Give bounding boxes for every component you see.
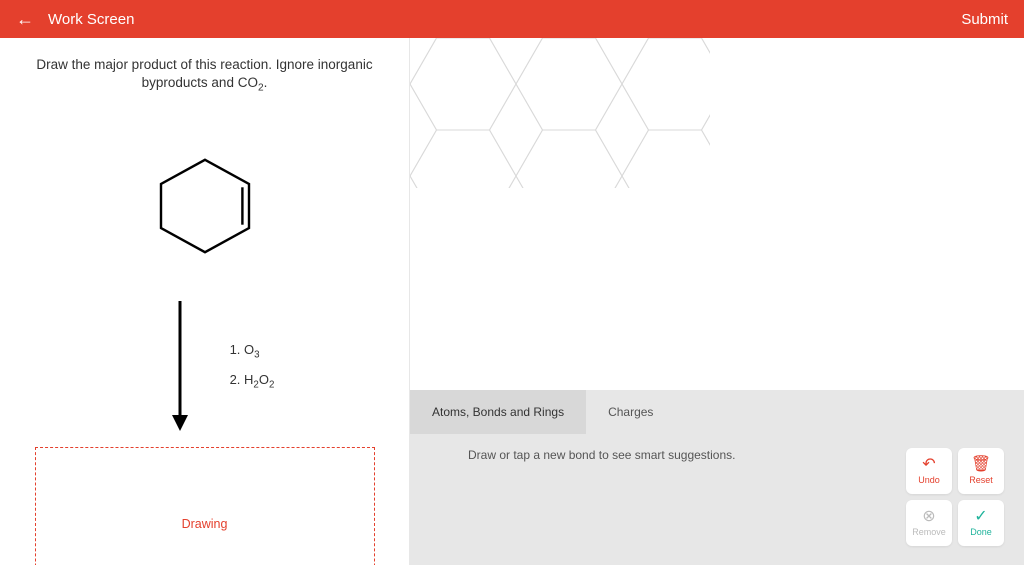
remove-button[interactable]: ⊗ Remove bbox=[906, 500, 952, 546]
undo-icon: ↶ bbox=[922, 457, 935, 473]
question-prompt: Draw the major product of this reaction.… bbox=[36, 56, 372, 96]
drawing-box-label: Drawing bbox=[182, 517, 228, 531]
submit-button[interactable]: Submit bbox=[961, 11, 1008, 28]
reactant-structure bbox=[150, 151, 260, 261]
reaction-arrow-icon bbox=[170, 301, 190, 431]
reset-button[interactable]: 🗑 Reset bbox=[958, 448, 1004, 494]
screen-title: Work Screen bbox=[48, 11, 134, 28]
check-icon: ✓ bbox=[974, 509, 987, 525]
drawing-canvas[interactable] bbox=[410, 38, 1024, 390]
reagent-list: 1. O3 2. H2O2 bbox=[230, 336, 275, 396]
app-header: ← Work Screen Submit bbox=[0, 0, 1024, 38]
hex-grid-background bbox=[410, 38, 710, 188]
tab-atoms-bonds-rings[interactable]: Atoms, Bonds and Rings bbox=[410, 390, 586, 434]
trash-icon: 🗑 bbox=[971, 457, 991, 473]
canvas-hint-text: Draw or tap a new bond to see smart sugg… bbox=[468, 448, 735, 462]
back-arrow-icon[interactable]: ← bbox=[16, 10, 34, 28]
undo-button[interactable]: ↶ Undo bbox=[906, 448, 952, 494]
done-button[interactable]: ✓ Done bbox=[958, 500, 1004, 546]
remove-icon: ⊗ bbox=[922, 509, 935, 525]
tool-panel: Atoms, Bonds and Rings Charges Draw or t… bbox=[410, 390, 1024, 565]
question-panel: Draw the major product of this reaction.… bbox=[0, 38, 410, 565]
tab-charges[interactable]: Charges bbox=[586, 390, 675, 434]
drawing-target-box[interactable]: Drawing bbox=[35, 447, 375, 565]
